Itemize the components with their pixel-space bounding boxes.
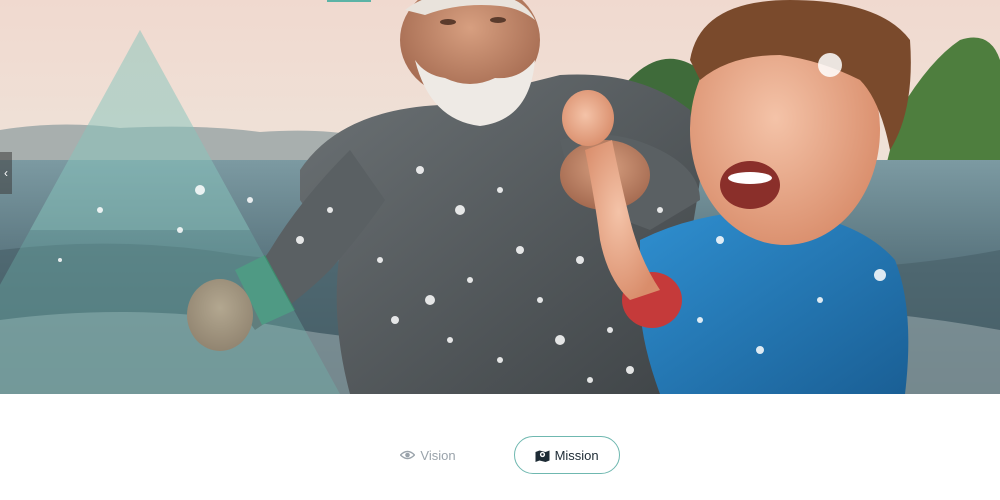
tab-bar: Vision Mission	[0, 434, 1000, 476]
slider-prev-button[interactable]: ‹	[0, 152, 12, 194]
tab-vision-label: Vision	[420, 447, 456, 463]
hero-accent-strip	[327, 0, 371, 2]
page: ‹ Vision Mission	[0, 0, 1000, 500]
map-marker-icon	[535, 449, 550, 462]
tab-mission[interactable]: Mission	[513, 436, 620, 474]
eye-icon	[400, 449, 416, 461]
tab-vision[interactable]: Vision	[380, 436, 475, 474]
chevron-left-icon: ‹	[4, 166, 8, 180]
hero-photo	[0, 0, 1000, 394]
tab-mission-label: Mission	[554, 447, 599, 463]
hero-banner: ‹	[0, 0, 1000, 394]
